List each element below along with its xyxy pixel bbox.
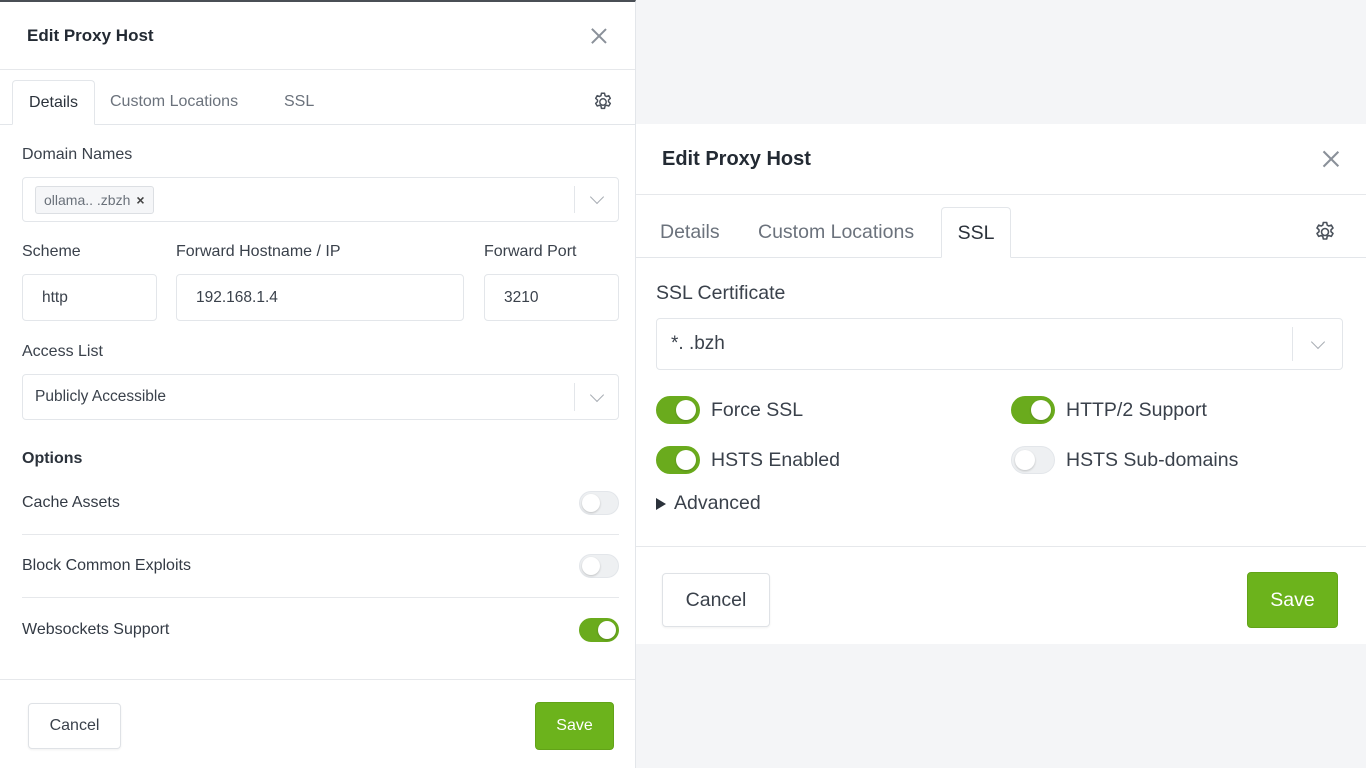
forward-hostname-value: 192.168.1.4 — [196, 288, 278, 306]
cache-assets-toggle[interactable] — [579, 491, 619, 515]
modal-title: Edit Proxy Host — [662, 147, 811, 170]
option-cache-assets: Cache Assets — [22, 472, 619, 535]
option-label: Block Common Exploits — [22, 557, 191, 574]
forward-hostname-input[interactable]: 192.168.1.4 — [176, 274, 464, 321]
http2-support-toggle[interactable] — [1011, 396, 1055, 424]
modal-header: Edit Proxy Host — [636, 124, 1366, 195]
options-heading: Options — [22, 450, 83, 467]
modal-header: Edit Proxy Host — [0, 2, 635, 70]
chevron-down-icon — [589, 387, 604, 402]
save-button[interactable]: Save — [1247, 572, 1338, 628]
domain-chip-label: ollama.. .zbzh — [44, 192, 131, 208]
domain-chip: ollama.. .zbzh × — [35, 186, 154, 214]
forward-hostname-label: Forward Hostname / IP — [176, 243, 341, 260]
tab-bar: Details Custom Locations SSL — [0, 80, 635, 125]
advanced-disclosure[interactable]: Advanced — [656, 492, 761, 515]
hsts-enabled-row: HSTS Enabled — [656, 446, 840, 474]
hsts-enabled-toggle[interactable] — [656, 446, 700, 474]
forward-port-value: 3210 — [504, 288, 539, 306]
ssl-certificate-label: SSL Certificate — [656, 282, 786, 304]
chip-remove-icon[interactable]: × — [136, 192, 144, 208]
hsts-subdomains-label: HSTS Sub-domains — [1066, 448, 1239, 471]
ssl-certificate-select[interactable]: *. .bzh — [656, 318, 1343, 370]
hsts-subdomains-row: HSTS Sub-domains — [1011, 446, 1238, 474]
tab-ssl[interactable]: SSL — [941, 207, 1011, 258]
modal-title: Edit Proxy Host — [27, 25, 154, 45]
left-modal: Edit Proxy Host Details Custom Locations… — [0, 0, 636, 768]
tab-details[interactable]: Details — [12, 80, 95, 125]
http2-support-label: HTTP/2 Support — [1066, 398, 1207, 421]
caret-right-icon — [656, 497, 666, 510]
chevron-down-icon — [1310, 334, 1325, 349]
modal-footer: Cancel Save — [0, 679, 635, 768]
access-list-label: Access List — [22, 343, 103, 360]
forward-port-input[interactable]: 3210 — [484, 274, 619, 321]
save-button[interactable]: Save — [535, 702, 614, 750]
access-list-value: Publicly Accessible — [35, 388, 166, 405]
gear-icon[interactable] — [1313, 220, 1337, 244]
scheme-label: Scheme — [22, 243, 81, 260]
close-icon[interactable] — [590, 27, 608, 45]
dropdown-toggle[interactable] — [1292, 327, 1342, 361]
hsts-subdomains-toggle[interactable] — [1011, 446, 1055, 474]
forward-port-label: Forward Port — [484, 243, 577, 260]
option-label: Websockets Support — [22, 620, 170, 638]
ssl-certificate-value: *. .bzh — [671, 333, 725, 354]
tab-bar: Details Custom Locations SSL — [636, 207, 1366, 258]
right-modal: Edit Proxy Host Details Custom Locations… — [636, 124, 1366, 644]
gear-icon[interactable] — [592, 91, 614, 113]
websockets-toggle[interactable] — [579, 617, 619, 642]
option-label: Cache Assets — [22, 494, 120, 511]
force-ssl-label: Force SSL — [711, 398, 804, 421]
access-list-select[interactable]: Publicly Accessible — [22, 374, 619, 420]
cancel-button[interactable]: Cancel — [28, 703, 121, 749]
tab-custom-locations[interactable]: Custom Locations — [110, 80, 238, 125]
domain-names-label: Domain Names — [22, 146, 133, 163]
close-icon[interactable] — [1322, 150, 1341, 169]
tab-custom-locations[interactable]: Custom Locations — [758, 207, 914, 258]
force-ssl-toggle[interactable] — [656, 396, 700, 424]
modal-footer: Cancel Save — [636, 546, 1366, 644]
scheme-input[interactable]: http — [22, 274, 157, 321]
hsts-enabled-label: HSTS Enabled — [711, 448, 840, 471]
cancel-button[interactable]: Cancel — [662, 573, 770, 627]
advanced-label: Advanced — [674, 492, 761, 514]
domain-names-input[interactable]: ollama.. .zbzh × — [22, 177, 619, 222]
tab-ssl[interactable]: SSL — [284, 80, 314, 125]
chevron-down-icon — [589, 189, 604, 205]
dropdown-toggle[interactable] — [574, 383, 618, 411]
tab-details[interactable]: Details — [660, 207, 720, 258]
option-websockets-support: Websockets Support — [22, 598, 619, 661]
force-ssl-row: Force SSL — [656, 396, 803, 424]
scheme-value: http — [42, 288, 68, 306]
option-block-common-exploits: Block Common Exploits — [22, 535, 619, 598]
http2-support-row: HTTP/2 Support — [1011, 396, 1207, 424]
block-exploits-toggle[interactable] — [579, 554, 619, 578]
dropdown-toggle[interactable] — [574, 186, 618, 213]
